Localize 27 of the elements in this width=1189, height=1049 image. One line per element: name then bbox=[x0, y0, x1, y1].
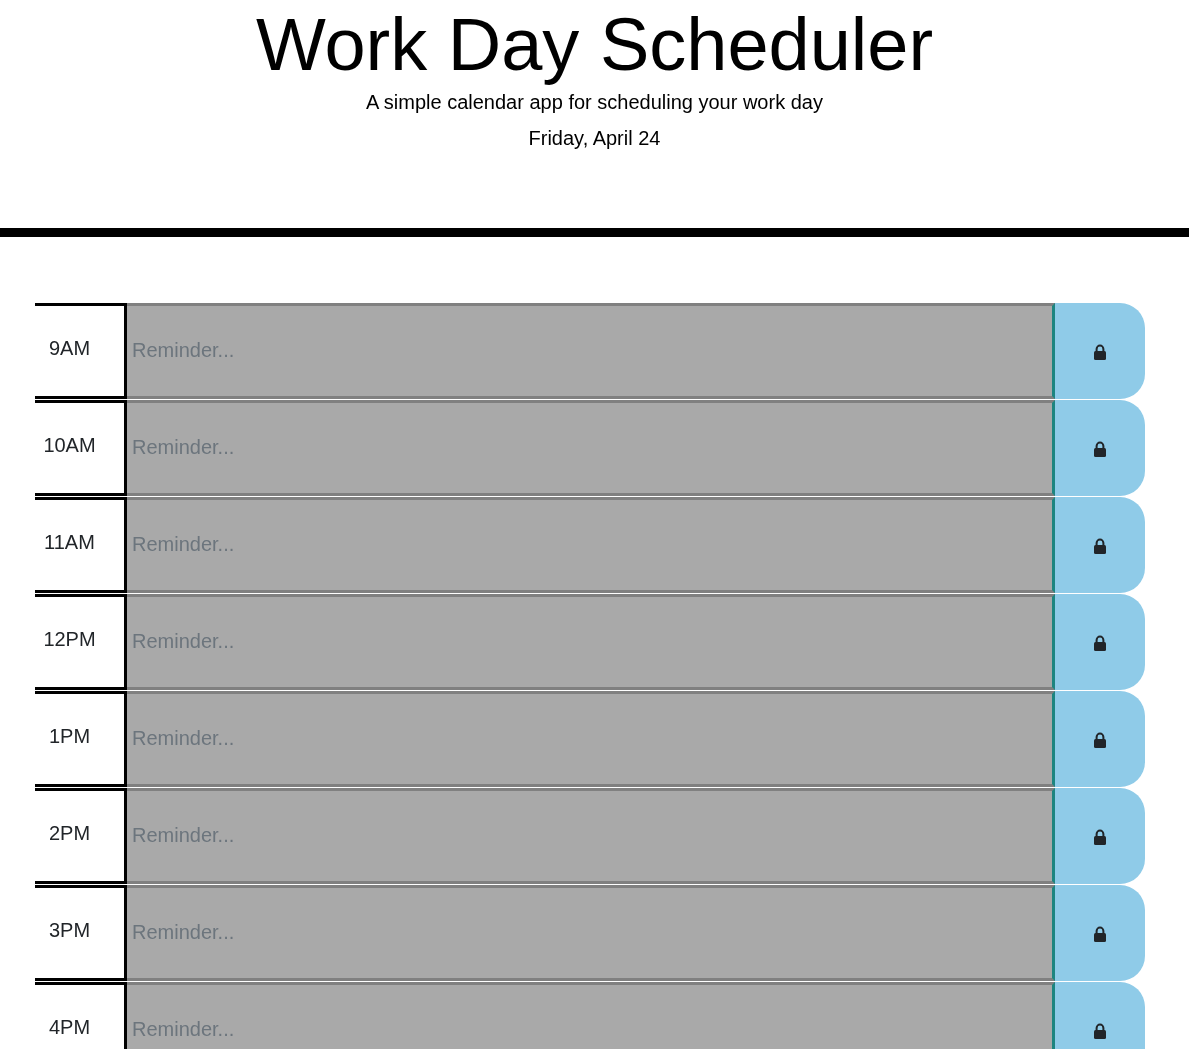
lock-icon bbox=[1093, 538, 1107, 554]
reminder-field[interactable]: Reminder... bbox=[127, 788, 1055, 884]
reminder-field[interactable]: Reminder... bbox=[127, 982, 1055, 1049]
hour-label: 2PM bbox=[35, 788, 127, 884]
hour-label: 11AM bbox=[35, 497, 127, 593]
reminder-field[interactable]: Reminder... bbox=[127, 885, 1055, 981]
lock-icon bbox=[1093, 829, 1107, 845]
hour-label: 4PM bbox=[35, 982, 127, 1049]
reminder-field[interactable]: Reminder... bbox=[127, 497, 1055, 593]
reminder-field[interactable]: Reminder... bbox=[127, 594, 1055, 690]
lock-icon bbox=[1093, 732, 1107, 748]
lock-icon bbox=[1093, 441, 1107, 457]
reminder-field[interactable]: Reminder... bbox=[127, 400, 1055, 496]
lock-icon bbox=[1093, 635, 1107, 651]
lock-icon bbox=[1093, 926, 1107, 942]
hour-label: 3PM bbox=[35, 885, 127, 981]
lock-icon bbox=[1093, 1023, 1107, 1039]
hour-label: 1PM bbox=[35, 691, 127, 787]
reminder-field[interactable]: Reminder... bbox=[127, 303, 1055, 399]
hour-label: 10AM bbox=[35, 400, 127, 496]
save-button[interactable] bbox=[1055, 982, 1145, 1049]
page-subtitle: A simple calendar app for scheduling your work day bbox=[365, 90, 824, 115]
current-date: Friday, April 24 bbox=[527, 126, 662, 151]
hour-label: 12PM bbox=[35, 594, 127, 690]
lock-icon bbox=[1093, 344, 1107, 360]
reminder-field[interactable]: Reminder... bbox=[127, 691, 1055, 787]
hour-label: 9AM bbox=[35, 303, 127, 399]
